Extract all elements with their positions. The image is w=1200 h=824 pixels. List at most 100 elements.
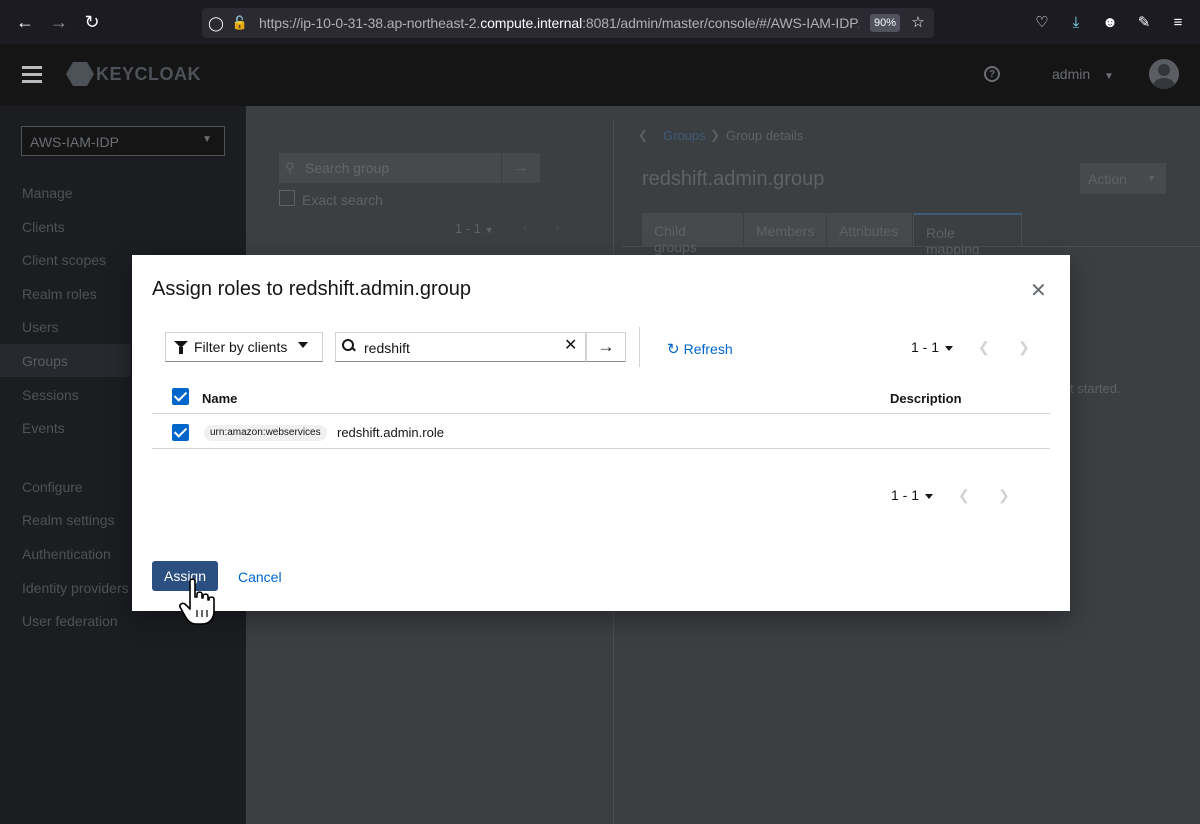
- column-name[interactable]: Name: [202, 391, 237, 406]
- caret-down-icon: ▼: [202, 134, 212, 145]
- tab-child-groups[interactable]: Child groups: [642, 213, 744, 255]
- app-header: KEYCLOAK: [0, 44, 1200, 106]
- sidebar-item-authentication[interactable]: Authentication: [22, 546, 111, 562]
- url-host: compute.internal: [480, 15, 583, 31]
- refresh-button[interactable]: ↻ Refresh: [667, 340, 733, 358]
- toolbar-divider: [639, 327, 640, 367]
- url-suffix: :8081/admin/master/console/#/AWS-IAM-IDP…: [582, 15, 859, 31]
- tab-attributes[interactable]: Attributes: [827, 213, 913, 246]
- background-empty-text: t started.: [1070, 381, 1121, 396]
- browser-toolbar: ← → ↻ ◯ 🔓 https://ip-10-0-31-38.ap-north…: [0, 0, 1200, 44]
- filter-label: Filter by clients: [194, 339, 288, 355]
- user-name: admin: [1052, 66, 1091, 82]
- download-icon[interactable]: ⤓: [1066, 12, 1086, 32]
- groups-pager-label: 1 - 1: [455, 221, 482, 236]
- search-icon: [342, 339, 355, 352]
- url-prefix: https://ip-10-0-31-38.ap-northeast-2.: [259, 15, 481, 31]
- menu-icon[interactable]: ≡: [1168, 12, 1188, 32]
- next-page-icon[interactable]: ❯: [998, 487, 1010, 504]
- sidebar-item-client-scopes[interactable]: Client scopes: [22, 252, 106, 268]
- role-name: redshift.admin.role: [337, 425, 444, 440]
- address-bar[interactable]: ◯ 🔓 https://ip-10-0-31-38.ap-northeast-2…: [202, 8, 934, 38]
- filter-by-clients-dropdown[interactable]: Filter by clients: [165, 332, 323, 362]
- modal-title: Assign roles to redshift.admin.group: [152, 278, 472, 300]
- nav-group-configure: Configure: [22, 479, 83, 495]
- extensions-icon[interactable]: ✎: [1134, 12, 1154, 32]
- action-dropdown[interactable]: Action ▼: [1080, 163, 1166, 194]
- caret-down-icon: ▼: [1147, 173, 1156, 183]
- caret-down-icon: [298, 342, 308, 348]
- zoom-level[interactable]: 90%: [870, 14, 900, 32]
- sidebar-item-groups[interactable]: Groups: [22, 353, 68, 369]
- pager-label: 1 - 1: [891, 487, 920, 503]
- refresh-icon: ↻: [667, 341, 680, 358]
- table-header: Name Description: [152, 380, 1050, 414]
- caret-down-icon: ▼: [484, 225, 494, 235]
- realm-name: AWS-IAM-IDP: [30, 134, 119, 150]
- previous-page-icon[interactable]: ❮: [978, 339, 990, 356]
- table-row[interactable]: urn:amazon:webservices redshift.admin.ro…: [152, 415, 1050, 449]
- logo-hex-icon: [66, 62, 94, 86]
- breadcrumb-groups[interactable]: Groups: [663, 128, 706, 143]
- row-checkbox[interactable]: [172, 424, 189, 441]
- back-arrow-icon[interactable]: ←: [13, 10, 37, 34]
- tab-members[interactable]: Members: [744, 213, 827, 246]
- shield-icon[interactable]: ◯: [206, 13, 226, 33]
- tab-role-mapping[interactable]: Role mapping: [913, 213, 1022, 257]
- account-icon[interactable]: ☻: [1100, 12, 1120, 32]
- logo-text: KEYCLOAK: [96, 63, 202, 84]
- bookmark-star-icon[interactable]: ☆: [908, 12, 928, 32]
- clear-search-icon[interactable]: ✕: [564, 338, 577, 354]
- assign-roles-modal: Assign roles to redshift.admin.group ✕ F…: [132, 255, 1070, 611]
- exact-search-label: Exact search: [302, 192, 383, 208]
- sidebar-item-sessions[interactable]: Sessions: [22, 387, 79, 403]
- role-search-input[interactable]: redshift: [335, 332, 586, 362]
- sidebar-item-realm-settings[interactable]: Realm settings: [22, 512, 115, 528]
- client-badge: urn:amazon:webservices: [204, 425, 327, 441]
- caret-down-icon: [945, 345, 954, 351]
- breadcrumb-current: Group details: [726, 128, 804, 143]
- forward-arrow-icon[interactable]: →: [47, 10, 71, 34]
- search-icon: ⚲: [285, 160, 295, 175]
- groups-pager[interactable]: 1 - 1 ▼: [455, 221, 494, 236]
- avatar[interactable]: [1149, 59, 1179, 89]
- select-all-checkbox[interactable]: [172, 388, 189, 405]
- sidebar-item-identity-providers[interactable]: Identity providers: [22, 580, 129, 596]
- exact-search-checkbox[interactable]: [279, 190, 295, 206]
- search-group-input[interactable]: Search group: [279, 153, 501, 183]
- hand-pointer-cursor-icon: [179, 578, 215, 625]
- pagination-toggle-bottom[interactable]: 1 - 1: [891, 487, 934, 503]
- action-label: Action: [1088, 171, 1127, 187]
- realm-selector[interactable]: AWS-IAM-IDP ▼: [21, 126, 225, 156]
- pocket-icon[interactable]: ♡: [1032, 12, 1052, 32]
- user-menu[interactable]: admin ▼: [1052, 66, 1114, 82]
- sidebar-item-user-federation[interactable]: User federation: [22, 613, 118, 629]
- page-title: redshift.admin.group: [642, 168, 825, 190]
- hamburger-menu-icon[interactable]: [22, 66, 42, 84]
- breadcrumb-separator-icon: ❯: [710, 128, 721, 142]
- chevron-down-icon: ▼: [1104, 71, 1114, 82]
- refresh-label: Refresh: [683, 341, 733, 357]
- caret-down-icon: [925, 493, 934, 499]
- sidebar-item-clients[interactable]: Clients: [22, 219, 65, 235]
- previous-page-icon[interactable]: ❮: [958, 487, 970, 504]
- sidebar-item-events[interactable]: Events: [22, 420, 65, 436]
- nav-group-manage: Manage: [22, 185, 73, 201]
- search-submit-arrow-icon[interactable]: →: [586, 332, 626, 362]
- back-chevron-icon[interactable]: ❮: [638, 128, 648, 142]
- close-icon[interactable]: ✕: [1030, 281, 1047, 301]
- url-text[interactable]: https://ip-10-0-31-38.ap-northeast-2.com…: [259, 15, 859, 31]
- column-description: Description: [890, 391, 962, 406]
- next-page-icon[interactable]: ❯: [1018, 339, 1030, 356]
- groups-pager-arrows[interactable]: ‹›: [523, 220, 588, 235]
- sidebar-item-users[interactable]: Users: [22, 319, 59, 335]
- sidebar-item-realm-roles[interactable]: Realm roles: [22, 286, 97, 302]
- pagination-toggle-top[interactable]: 1 - 1: [911, 339, 954, 355]
- help-icon[interactable]: ?: [984, 66, 1000, 82]
- reload-icon[interactable]: ↻: [80, 10, 104, 34]
- lock-icon[interactable]: 🔓: [230, 13, 250, 33]
- cancel-button[interactable]: Cancel: [238, 569, 282, 585]
- keycloak-logo[interactable]: KEYCLOAK: [66, 62, 201, 86]
- search-submit-arrow-icon[interactable]: →: [502, 153, 540, 183]
- filter-icon: [174, 340, 188, 354]
